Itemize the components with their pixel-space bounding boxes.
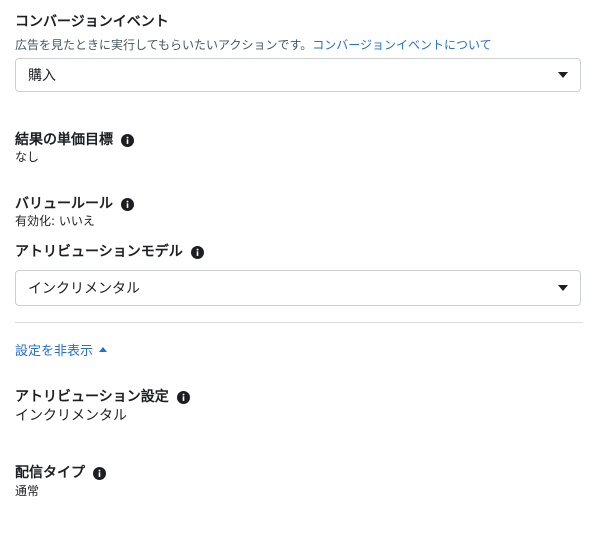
hide-settings-toggle[interactable]: 設定を非表示 bbox=[15, 340, 108, 359]
conversion-event-heading-label: コンバージョンイベント bbox=[15, 14, 169, 30]
result-cost-goal-heading: 結果の単価目標 bbox=[15, 131, 134, 149]
attribution-setting-value: インクリメンタル bbox=[15, 408, 127, 424]
delivery-type-value: 通常 bbox=[15, 484, 40, 498]
value-rules-value: 有効化: いいえ bbox=[15, 214, 95, 228]
info-icon[interactable] bbox=[121, 133, 134, 147]
conversion-event-select[interactable]: 購入 bbox=[15, 58, 581, 92]
conversion-event-learn-link[interactable]: コンバージョンイベントについて bbox=[312, 38, 491, 52]
conversion-event-description-text: 広告を見たときに実行してもらいたいアクションです。 bbox=[15, 38, 313, 52]
attribution-model-heading: アトリビューションモデル bbox=[15, 243, 204, 261]
result-cost-goal-value: なし bbox=[15, 150, 40, 164]
hide-settings-label: 設定を非表示 bbox=[15, 344, 94, 359]
attribution-setting-label: アトリビューション設定 bbox=[15, 389, 169, 405]
attribution-setting-heading: アトリビューション設定 bbox=[15, 388, 190, 406]
attribution-model-label: アトリビューションモデル bbox=[15, 244, 183, 260]
conversion-event-description: 広告を見たときに実行してもらいたいアクションです。コンバージョンイベントについて bbox=[15, 37, 492, 53]
caret-up-icon bbox=[99, 347, 108, 352]
attribution-model-select[interactable]: インクリメンタル bbox=[15, 270, 581, 306]
delivery-type-heading: 配信タイプ bbox=[15, 464, 106, 482]
result-cost-goal-label: 結果の単価目標 bbox=[15, 132, 113, 148]
value-rules-label: バリュールール bbox=[15, 196, 113, 212]
caret-down-icon bbox=[558, 285, 568, 291]
attribution-model-select-value: インクリメンタル bbox=[28, 281, 140, 297]
info-icon[interactable] bbox=[176, 390, 190, 404]
info-icon[interactable] bbox=[121, 197, 134, 211]
conversion-event-select-value: 購入 bbox=[28, 68, 56, 84]
conversion-event-heading: コンバージョンイベント bbox=[15, 13, 169, 31]
info-icon[interactable] bbox=[93, 466, 106, 480]
value-rules-heading: バリュールール bbox=[15, 195, 134, 213]
info-icon[interactable] bbox=[190, 245, 204, 259]
caret-down-icon bbox=[558, 72, 568, 78]
delivery-type-label: 配信タイプ bbox=[15, 465, 85, 481]
section-divider bbox=[15, 322, 583, 323]
